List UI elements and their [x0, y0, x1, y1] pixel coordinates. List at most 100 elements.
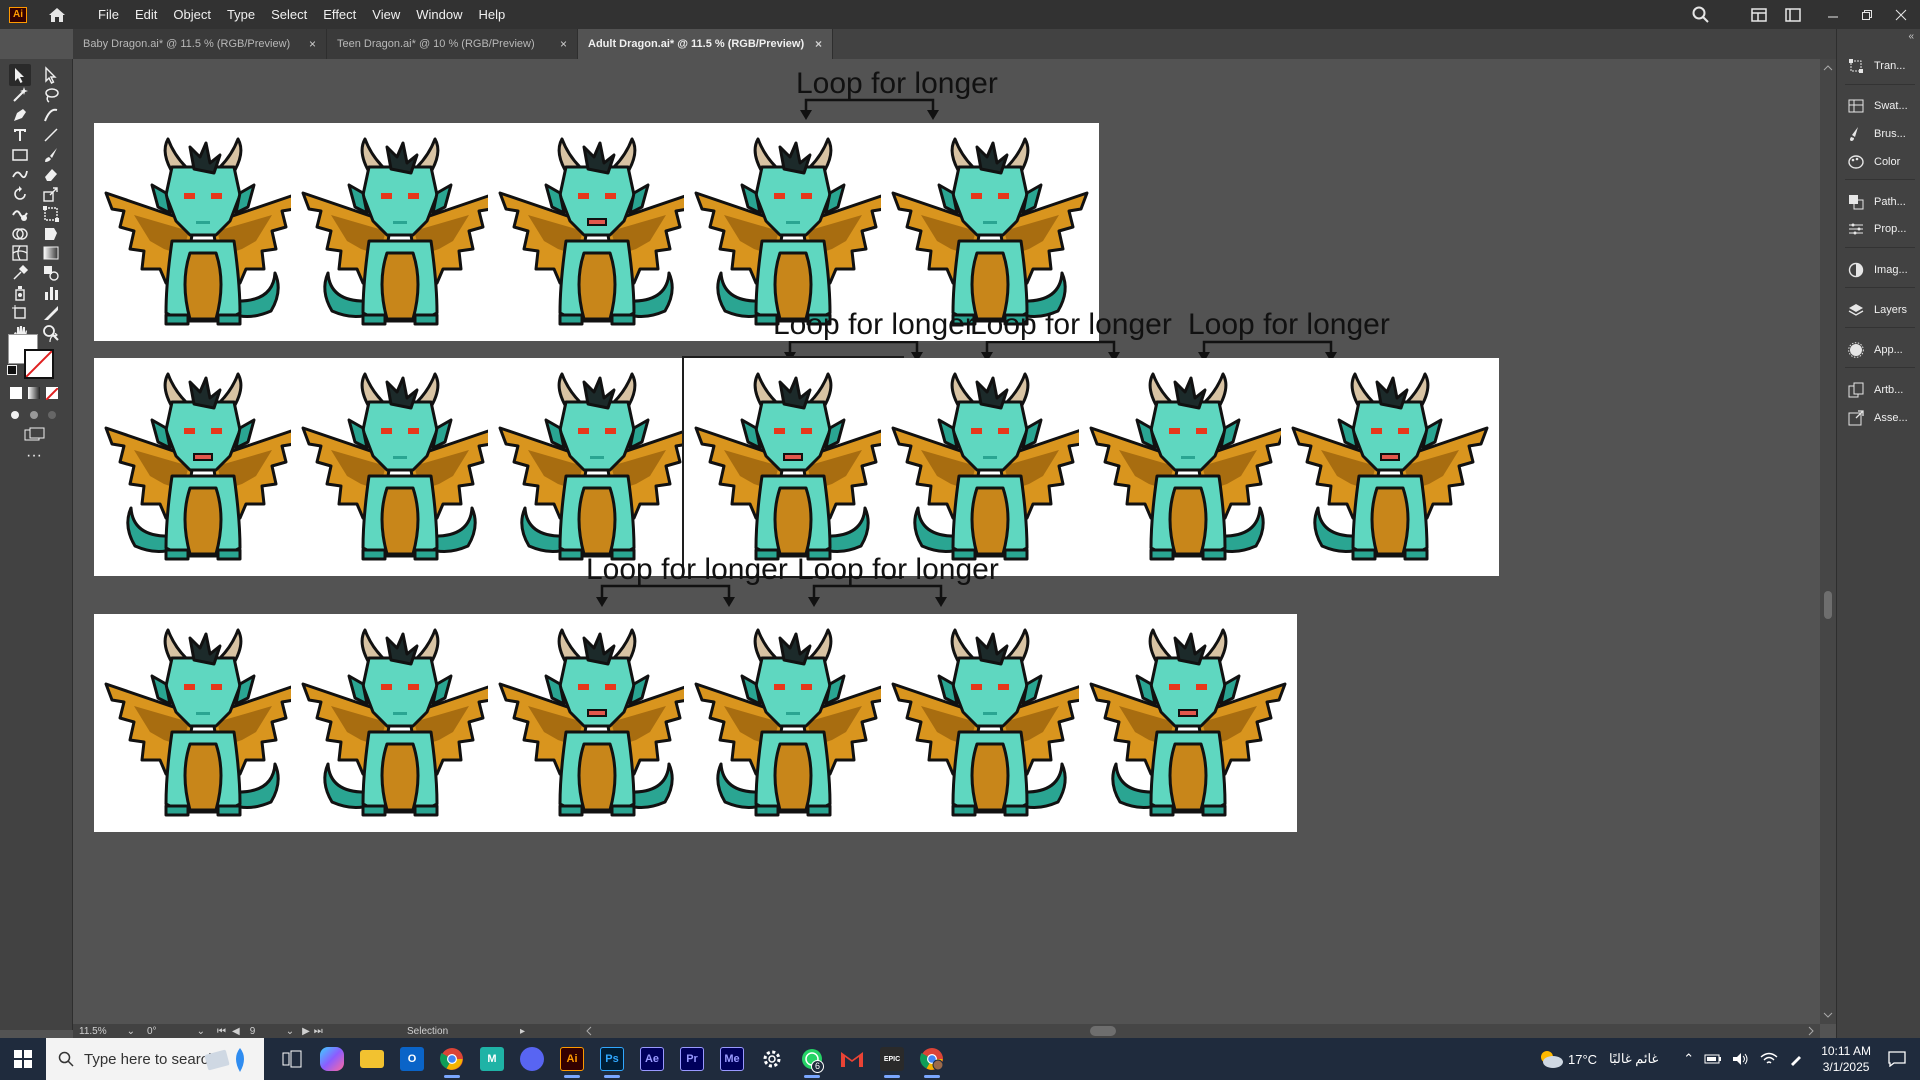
notifications-icon[interactable]	[1888, 1051, 1906, 1067]
slice-tool-icon[interactable]	[40, 302, 62, 324]
chevron-down-icon[interactable]: ⌄	[197, 1026, 205, 1037]
close-icon[interactable]: ×	[309, 37, 316, 51]
weather-widget[interactable]: 17°C غائم غالبًا	[1538, 1049, 1658, 1069]
taskbar-file-explorer[interactable]	[352, 1038, 392, 1080]
none-mode-icon[interactable]	[45, 387, 59, 401]
gradient-tool-icon[interactable]	[40, 242, 62, 264]
taskbar-after-effects[interactable]: Ae	[632, 1038, 672, 1080]
taskbar-chrome[interactable]	[432, 1038, 472, 1080]
taskbar-search[interactable]: Type here to search	[46, 1038, 264, 1080]
horizontal-scroll-thumb[interactable]	[1090, 1026, 1116, 1036]
chevron-down-icon[interactable]: ⌄	[127, 1026, 135, 1037]
panel-brushes[interactable]: Brus...	[1847, 122, 1919, 146]
tab-adult-dragon[interactable]: Adult Dragon.ai* @ 11.5 % (RGB/Preview) …	[578, 29, 833, 59]
rotate-tool-icon[interactable]	[9, 183, 31, 205]
pen-workspace-icon[interactable]	[1788, 1051, 1804, 1067]
minimize-icon[interactable]	[1822, 4, 1844, 26]
taskbar-outlook[interactable]: O	[392, 1038, 432, 1080]
draw-inside-icon[interactable]	[46, 408, 60, 420]
artboard-row2-4[interactable]	[682, 356, 904, 578]
artboard-row3-2[interactable]	[291, 614, 509, 832]
eyedropper-tool-icon[interactable]	[9, 262, 31, 284]
scroll-right-icon[interactable]	[1806, 1024, 1816, 1038]
current-tool-display[interactable]: Selection ▸	[401, 1024, 531, 1038]
battery-icon[interactable]	[1704, 1053, 1722, 1065]
stroke-swatch[interactable]	[24, 349, 54, 379]
artboard-row1-3[interactable]	[488, 123, 706, 341]
volume-icon[interactable]	[1732, 1052, 1750, 1066]
direct-selection-tool-icon[interactable]	[40, 64, 62, 86]
wifi-icon[interactable]	[1760, 1052, 1778, 1066]
clock[interactable]: 10:11 AM 3/1/2025	[1821, 1043, 1871, 1075]
rotation-field[interactable]: 0° ⌄	[141, 1024, 211, 1038]
lasso-tool-icon[interactable]	[40, 84, 62, 106]
taskbar-chrome-profile[interactable]	[912, 1038, 952, 1080]
menu-help[interactable]: Help	[470, 0, 513, 29]
panel-layers[interactable]: Layers	[1847, 298, 1919, 322]
artboard-row3-3[interactable]	[488, 614, 706, 832]
last-artboard-icon[interactable]: ⏭	[314, 1026, 323, 1037]
search-icon[interactable]	[1690, 4, 1712, 26]
taskbar-photoshop[interactable]: Ps	[592, 1038, 632, 1080]
swap-fill-stroke-icon[interactable]	[48, 332, 60, 344]
taskbar-epic-games[interactable]: EPIC	[872, 1038, 912, 1080]
chevron-down-icon[interactable]: ⌄	[286, 1026, 294, 1037]
color-mode-icon[interactable]	[10, 387, 22, 399]
taskbar-settings[interactable]	[752, 1038, 792, 1080]
panel-color[interactable]: Color	[1847, 150, 1919, 174]
mesh-tool-icon[interactable]	[9, 242, 31, 264]
taskbar-whatsapp[interactable]: 6	[792, 1038, 832, 1080]
taskbar-media-encoder[interactable]: Me	[712, 1038, 752, 1080]
scroll-up-icon[interactable]	[1820, 63, 1836, 73]
panel-artboards[interactable]: Artb...	[1847, 378, 1919, 402]
menu-file[interactable]: File	[90, 0, 127, 29]
menu-edit[interactable]: Edit	[127, 0, 165, 29]
status-menu-icon[interactable]: ▸	[520, 1026, 525, 1037]
scroll-down-icon[interactable]	[1820, 1010, 1836, 1020]
artboard-row3-6[interactable]	[1079, 614, 1297, 832]
taskbar-maya[interactable]: M	[472, 1038, 512, 1080]
panel-properties[interactable]: Prop...	[1847, 217, 1919, 241]
arrange-documents-icon[interactable]	[1748, 4, 1770, 26]
blend-tool-icon[interactable]	[40, 262, 62, 284]
artboard-row3-1[interactable]	[94, 614, 312, 832]
taskbar-copilot[interactable]	[312, 1038, 352, 1080]
magic-wand-tool-icon[interactable]	[9, 84, 31, 106]
panel-asset-export[interactable]: Asse...	[1847, 406, 1919, 430]
taskbar-illustrator[interactable]: Ai	[552, 1038, 592, 1080]
symbol-sprayer-tool-icon[interactable]	[9, 282, 31, 304]
previous-artboard-icon[interactable]: ◀	[232, 1026, 240, 1037]
canvas-area[interactable]: Loop for longer Loop for longer Loop for l…	[73, 59, 1820, 1024]
taskbar-discord[interactable]	[512, 1038, 552, 1080]
draw-behind-icon[interactable]	[28, 408, 42, 420]
tab-baby-dragon[interactable]: Baby Dragon.ai* @ 11.5 % (RGB/Preview) ×	[73, 29, 327, 59]
start-button[interactable]	[0, 1038, 46, 1080]
panel-swatches[interactable]: Swat...	[1847, 94, 1919, 118]
zoom-field[interactable]: 11.5% ⌄	[73, 1024, 141, 1038]
eraser-tool-icon[interactable]	[40, 163, 62, 185]
artboard-row1-2[interactable]	[291, 123, 509, 341]
taskbar-task-view[interactable]	[272, 1038, 312, 1080]
line-tool-icon[interactable]	[40, 124, 62, 146]
horizontal-scrollbar[interactable]	[580, 1024, 1820, 1038]
panel-transform[interactable]: Tran...	[1847, 54, 1919, 78]
scale-tool-icon[interactable]	[40, 183, 62, 205]
menu-object[interactable]: Object	[165, 0, 219, 29]
type-tool-icon[interactable]	[9, 124, 31, 146]
scroll-left-icon[interactable]	[584, 1024, 594, 1038]
close-icon[interactable]: ×	[815, 37, 822, 51]
free-transform-tool-icon[interactable]	[40, 203, 62, 225]
screen-mode-icon[interactable]	[24, 427, 46, 443]
selection-tool-icon[interactable]	[9, 64, 31, 86]
menu-window[interactable]: Window	[408, 0, 470, 29]
artboard-row2-1[interactable]	[94, 358, 312, 576]
artboard-row3-4[interactable]	[684, 614, 902, 832]
pen-tool-icon[interactable]	[9, 104, 31, 126]
menu-select[interactable]: Select	[263, 0, 315, 29]
warp-tool-icon[interactable]	[9, 203, 31, 225]
taskbar-gmail[interactable]	[832, 1038, 872, 1080]
home-icon[interactable]	[45, 3, 69, 27]
artboard-tool-icon[interactable]	[9, 302, 31, 324]
artboard-row2-6[interactable]	[1079, 358, 1297, 576]
menu-view[interactable]: View	[364, 0, 408, 29]
